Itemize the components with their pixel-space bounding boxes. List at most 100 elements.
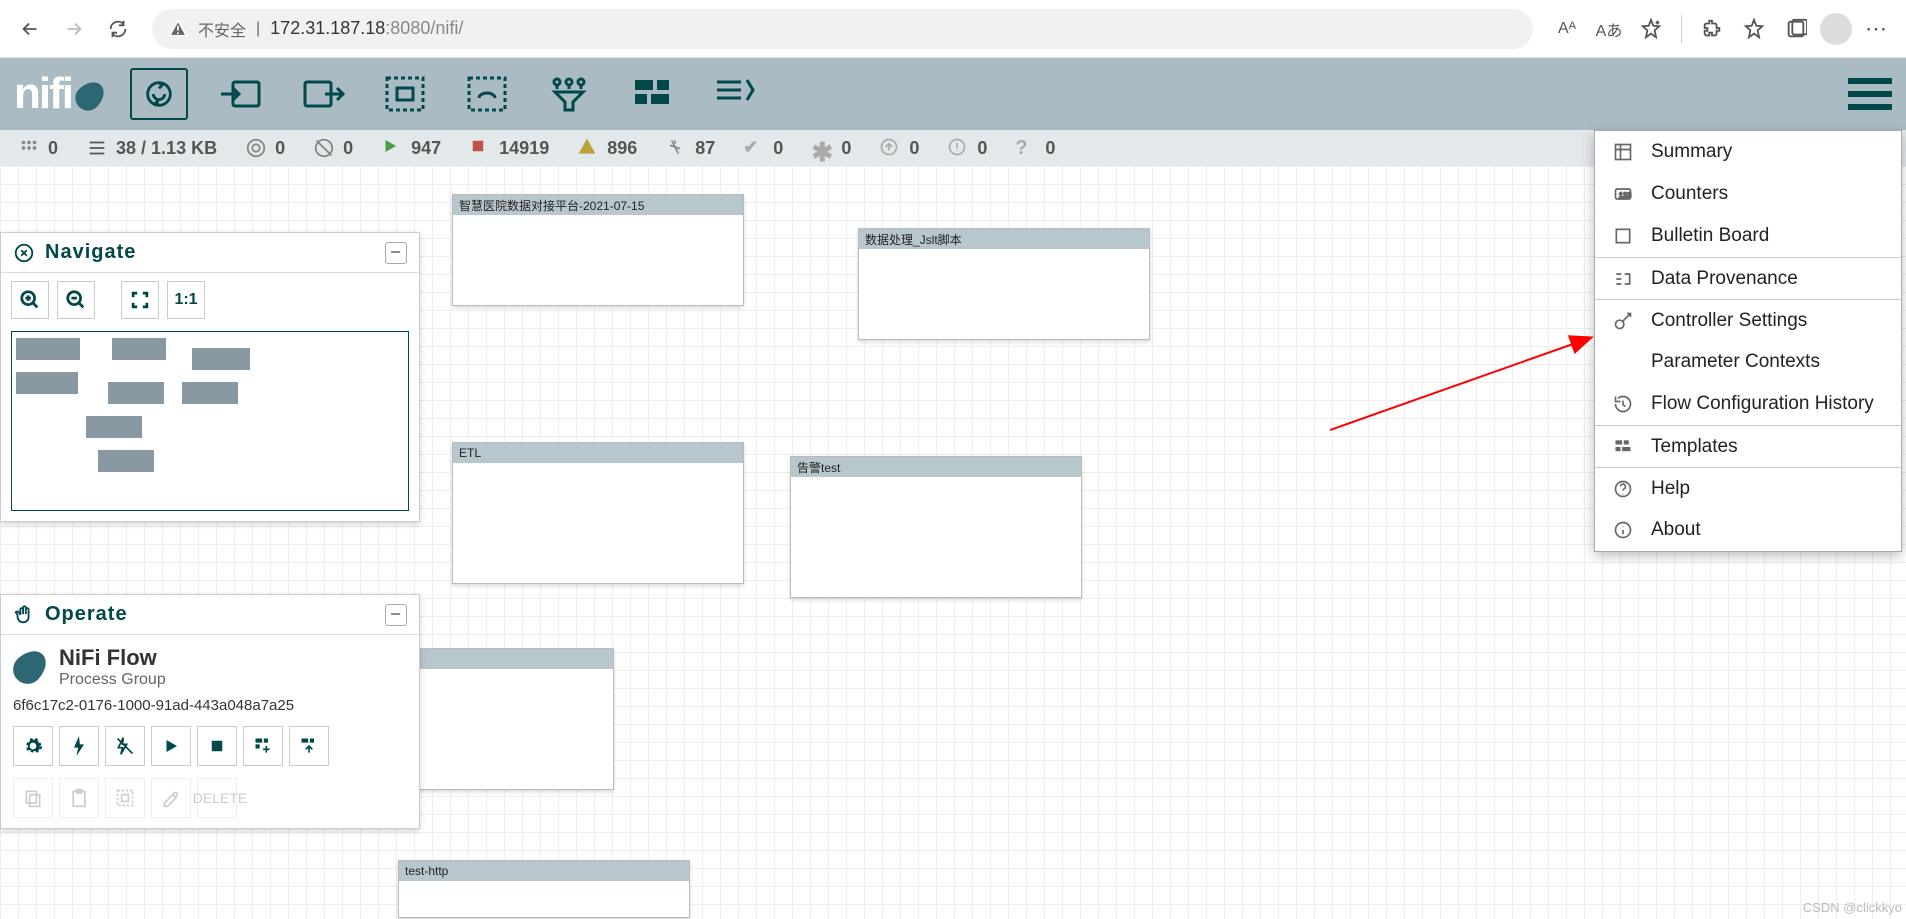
queue-icon bbox=[86, 137, 108, 159]
input-port-tool[interactable] bbox=[212, 68, 270, 120]
read-aloud-button[interactable]: Aあ bbox=[1591, 11, 1627, 47]
menu-item-label: Bulletin Board bbox=[1651, 225, 1769, 247]
navigate-collapse-button[interactable]: − bbox=[385, 242, 407, 264]
locally-modified-count: ✱0 bbox=[811, 137, 851, 159]
menu-item-icon bbox=[1613, 142, 1635, 162]
menu-item-controller-settings[interactable]: Controller Settings bbox=[1595, 299, 1901, 341]
menu-item-icon: 123 bbox=[1613, 184, 1635, 204]
menu-item-data-provenance[interactable]: Data Provenance bbox=[1595, 257, 1901, 299]
favorite-add-button[interactable] bbox=[1633, 11, 1669, 47]
operate-panel-header: Operate − bbox=[1, 595, 419, 635]
not-transmitting-count: 0 bbox=[313, 137, 353, 159]
global-menu-button[interactable] bbox=[1848, 72, 1892, 116]
favorites-button[interactable] bbox=[1736, 11, 1772, 47]
remote-process-group-tool[interactable] bbox=[458, 68, 516, 120]
more-button[interactable]: ⋯ bbox=[1858, 11, 1894, 47]
menu-item-parameter-contexts[interactable]: Parameter Contexts bbox=[1595, 341, 1901, 383]
zoom-out-button[interactable] bbox=[57, 281, 95, 319]
upload-template-button[interactable] bbox=[289, 726, 329, 766]
menu-item-counters[interactable]: 123 Counters bbox=[1595, 173, 1901, 215]
menu-item-icon bbox=[1613, 394, 1635, 414]
process-group-header: 告警test bbox=[791, 457, 1081, 477]
process-group-body bbox=[791, 477, 1081, 597]
nifi-component-toolbar: nifi bbox=[0, 58, 1906, 130]
warning-icon bbox=[577, 137, 599, 159]
template-tool[interactable] bbox=[622, 68, 680, 120]
forward-button[interactable] bbox=[56, 11, 92, 47]
browser-toolbar: 不安全 | 172.31.187.18:8080/nifi/ Aᴬ Aあ ⋯ bbox=[0, 0, 1906, 58]
process-group[interactable]: test-http bbox=[398, 860, 690, 918]
process-group[interactable]: ETL bbox=[452, 442, 744, 584]
transmitting-count: 0 bbox=[245, 137, 285, 159]
process-group[interactable]: 告警test bbox=[790, 456, 1082, 598]
hand-icon bbox=[13, 604, 35, 626]
menu-item-bulletin-board[interactable]: Bulletin Board bbox=[1595, 215, 1901, 257]
stop-button[interactable] bbox=[197, 726, 237, 766]
disabled-icon bbox=[665, 137, 687, 159]
menu-item-help[interactable]: Help bbox=[1595, 467, 1901, 509]
menu-item-label: Help bbox=[1651, 478, 1690, 500]
profile-avatar[interactable] bbox=[1820, 13, 1852, 45]
process-group-header: 智慧医院数据对接平台-2021-07-15 bbox=[453, 195, 743, 215]
process-group-body bbox=[399, 881, 689, 917]
funnel-tool[interactable] bbox=[540, 68, 598, 120]
address-bar[interactable]: 不安全 | 172.31.187.18:8080/nifi/ bbox=[152, 9, 1533, 49]
insecure-label: 不安全 bbox=[198, 17, 246, 41]
arrow-up-icon bbox=[879, 137, 901, 159]
compass-icon bbox=[13, 242, 35, 264]
disable-button[interactable] bbox=[105, 726, 145, 766]
operate-component-type: Process Group bbox=[59, 671, 166, 689]
transmit-off-icon bbox=[313, 137, 335, 159]
uptodate-count: ✔0 bbox=[743, 137, 783, 159]
process-group[interactable]: 智慧医院数据对接平台-2021-07-15 bbox=[452, 194, 744, 306]
text-size-button[interactable]: Aᴬ bbox=[1549, 11, 1585, 47]
zoom-fit-button[interactable] bbox=[121, 281, 159, 319]
output-port-tool[interactable] bbox=[294, 68, 352, 120]
process-group-tool[interactable] bbox=[376, 68, 434, 120]
stop-icon bbox=[469, 137, 491, 159]
queued-count: 38 / 1.13 KB bbox=[86, 137, 217, 159]
back-button[interactable] bbox=[12, 11, 48, 47]
group-button bbox=[105, 778, 145, 818]
operate-title: Operate bbox=[45, 603, 128, 626]
extensions-button[interactable] bbox=[1694, 11, 1730, 47]
refresh-button[interactable] bbox=[100, 11, 136, 47]
menu-item-about[interactable]: About bbox=[1595, 509, 1901, 551]
label-tool[interactable] bbox=[704, 68, 762, 120]
separator: | bbox=[256, 20, 260, 38]
check-icon: ✔ bbox=[743, 137, 765, 159]
running-count: 947 bbox=[381, 137, 441, 159]
process-group[interactable]: 数据处理_Jslt脚本 bbox=[858, 228, 1150, 340]
sync-failure-count: 0 bbox=[947, 137, 987, 159]
menu-item-flow-configuration-history[interactable]: Flow Configuration History bbox=[1595, 383, 1901, 425]
active-threads: 0 bbox=[18, 137, 58, 159]
delete-button: DELETE bbox=[197, 778, 237, 818]
operate-collapse-button[interactable]: − bbox=[385, 604, 407, 626]
enable-button[interactable] bbox=[59, 726, 99, 766]
color-button bbox=[151, 778, 191, 818]
zoom-actual-button[interactable]: 1:1 bbox=[167, 281, 205, 319]
process-group-header: test-http bbox=[399, 861, 689, 881]
navigate-panel-header: Navigate − bbox=[1, 233, 419, 273]
menu-item-icon bbox=[1613, 311, 1635, 331]
process-group-header: 数据处理_Jslt脚本 bbox=[859, 229, 1149, 249]
configure-button[interactable] bbox=[13, 726, 53, 766]
collections-button[interactable] bbox=[1778, 11, 1814, 47]
processor-tool[interactable] bbox=[130, 68, 188, 120]
start-button[interactable] bbox=[151, 726, 191, 766]
navigate-title: Navigate bbox=[45, 241, 136, 264]
zoom-in-button[interactable] bbox=[11, 281, 49, 319]
invalid-count: 896 bbox=[577, 137, 637, 159]
minimap[interactable] bbox=[11, 331, 409, 511]
stopped-count: 14919 bbox=[469, 137, 549, 159]
process-group-body bbox=[453, 215, 743, 305]
copy-button bbox=[13, 778, 53, 818]
menu-item-templates[interactable]: Templates bbox=[1595, 425, 1901, 467]
menu-item-label: About bbox=[1651, 519, 1701, 541]
create-template-button[interactable] bbox=[243, 726, 283, 766]
menu-item-icon bbox=[1613, 226, 1635, 246]
play-icon bbox=[381, 137, 403, 159]
menu-item-label: Parameter Contexts bbox=[1651, 351, 1820, 373]
menu-item-summary[interactable]: Summary bbox=[1595, 131, 1901, 173]
menu-item-label: Counters bbox=[1651, 183, 1728, 205]
